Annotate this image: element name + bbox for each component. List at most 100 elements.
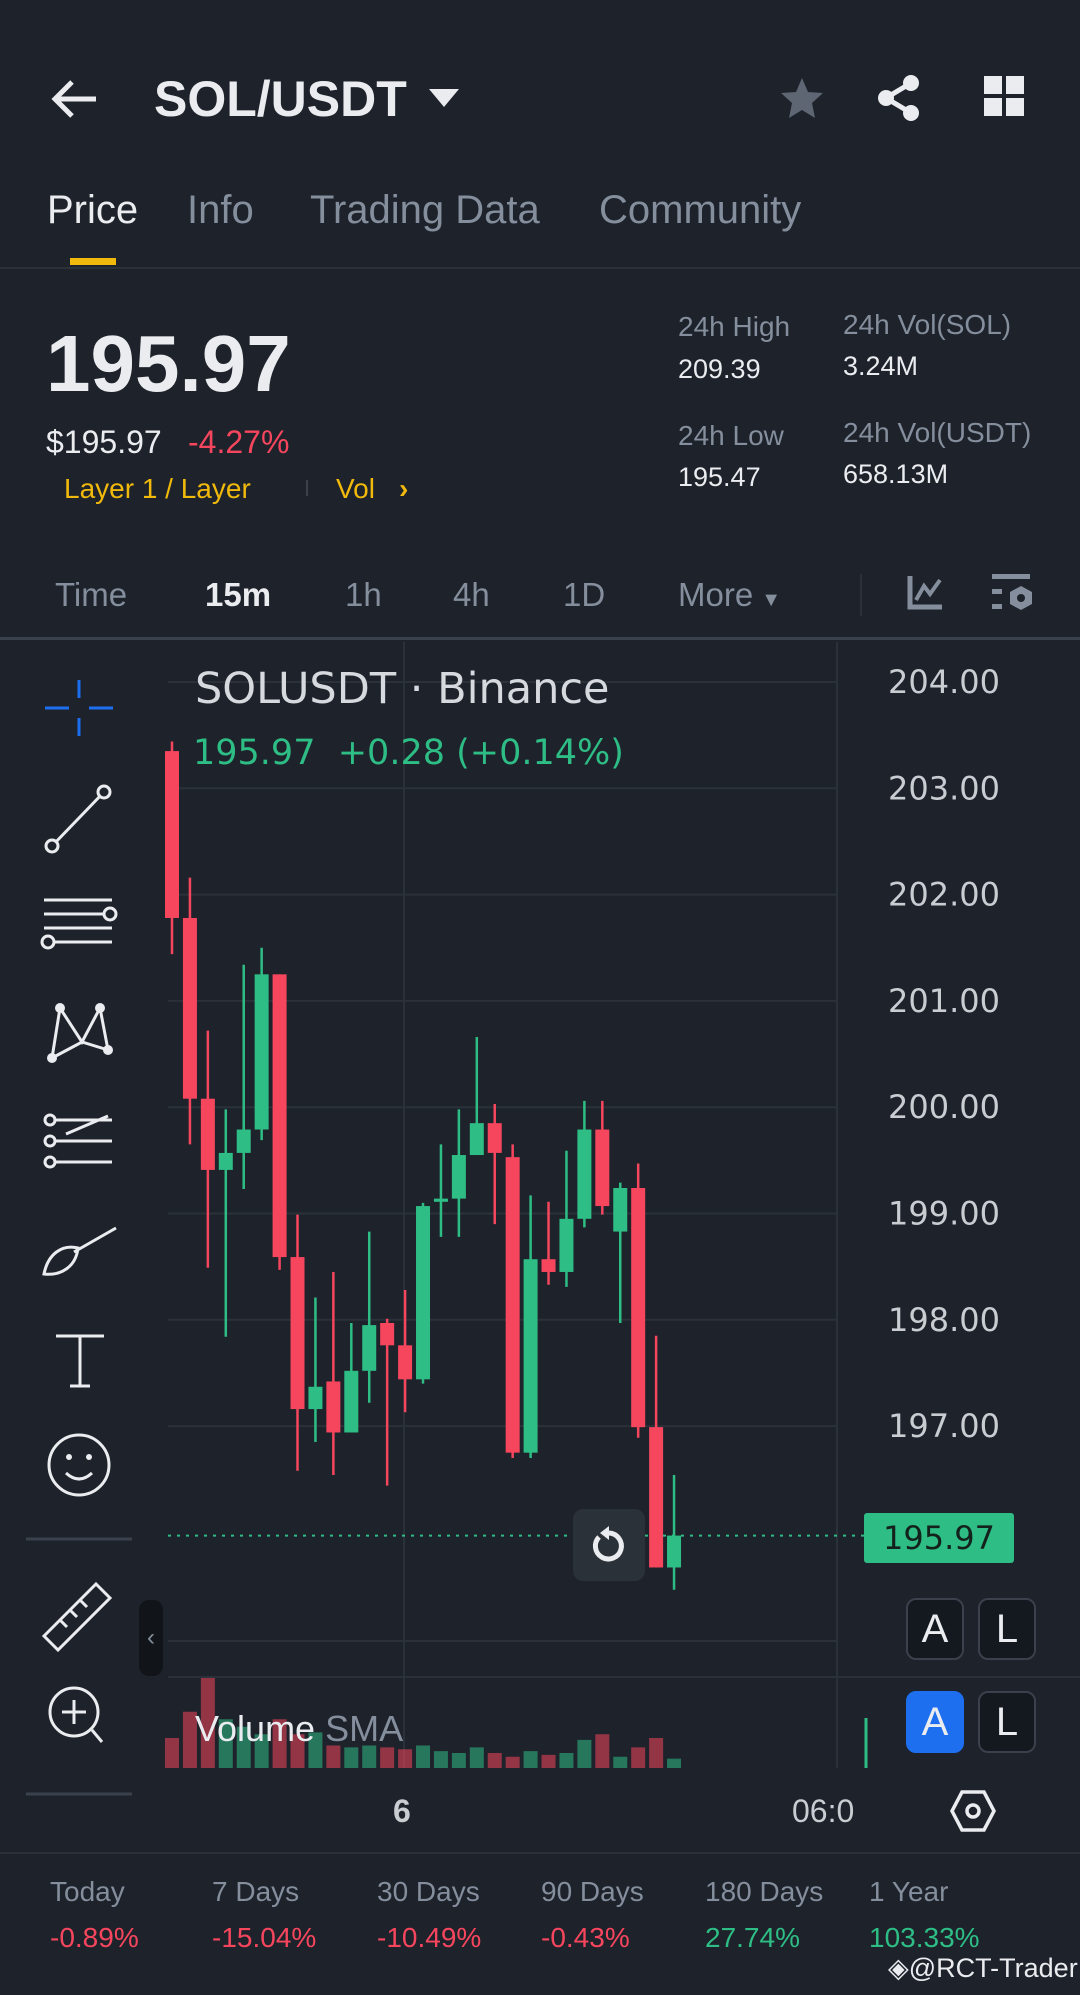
- volume-bar: [577, 1739, 592, 1768]
- candle-body: [182, 917, 197, 1099]
- candle-body: [254, 974, 269, 1130]
- reset-chart-button[interactable]: [573, 1509, 645, 1581]
- candle-body: [326, 1381, 341, 1433]
- candle-body: [218, 1152, 233, 1170]
- candle-body: [380, 1322, 395, 1346]
- volume-bar: [344, 1747, 359, 1768]
- text-tool-icon[interactable]: [56, 1334, 104, 1388]
- collapse-toolbar-button[interactable]: ‹: [139, 1600, 163, 1676]
- binance-logo-icon: ◈: [888, 1953, 909, 1983]
- y-tick-label: 204.00: [888, 663, 1000, 701]
- candle-body: [290, 1257, 305, 1410]
- log-scale-button[interactable]: L: [978, 1598, 1036, 1660]
- y-tick-label: 201.00: [888, 982, 1000, 1020]
- candle-body: [433, 1198, 448, 1202]
- period-change: -10.49%: [377, 1922, 482, 1953]
- candle-body: [667, 1535, 682, 1568]
- candle-body: [416, 1206, 431, 1380]
- ruler-icon[interactable]: [41, 1581, 113, 1653]
- period-label: 30 Days: [377, 1876, 480, 1907]
- candle-body: [451, 1155, 466, 1199]
- chart-title: SOLUSDT · Binance: [195, 664, 610, 714]
- divider: [0, 1852, 1080, 1854]
- legend-change-pct: (+0.14%): [456, 733, 624, 773]
- volume-bar: [541, 1754, 556, 1768]
- volume-bar: [416, 1745, 431, 1768]
- period-change: -15.04%: [212, 1922, 317, 1953]
- candle-body: [559, 1218, 574, 1272]
- reset-icon: [592, 1526, 624, 1562]
- candle-body: [523, 1259, 538, 1453]
- auto-scale-button[interactable]: A: [906, 1598, 964, 1660]
- pattern-icon[interactable]: [47, 1003, 113, 1063]
- volume-bar: [631, 1747, 646, 1768]
- volume-sma-label: SMA: [325, 1708, 404, 1749]
- volume-bar: [469, 1747, 484, 1768]
- volume-bar: [487, 1753, 502, 1768]
- period-label: 7 Days: [212, 1876, 300, 1907]
- volume-bar: [451, 1753, 466, 1768]
- y-tick-label: 202.00: [888, 876, 1000, 914]
- volume-bar: [523, 1751, 538, 1768]
- volume-label: Volume: [195, 1708, 316, 1749]
- volume-bar: [398, 1749, 413, 1768]
- zoom-in-icon[interactable]: [48, 1686, 104, 1743]
- y-tick-label: 199.00: [888, 1195, 1000, 1233]
- volume-log-scale-button[interactable]: L: [978, 1691, 1036, 1753]
- volume-bar: [433, 1751, 448, 1768]
- candle-body: [505, 1157, 520, 1453]
- watermark: ◈@RCT-Trader: [888, 1953, 1078, 1984]
- candle-body: [362, 1325, 377, 1371]
- x-tick-time: 06:0: [792, 1793, 855, 1829]
- candle-body: [595, 1129, 610, 1207]
- chart-settings-hexagon-icon[interactable]: [950, 1789, 996, 1833]
- candle-body: [631, 1187, 646, 1428]
- candle-body: [577, 1129, 592, 1219]
- volume-bar: [667, 1758, 682, 1768]
- x-tick-day: 6: [393, 1793, 411, 1829]
- period-label: 1 Year: [869, 1876, 949, 1907]
- crosshair-icon[interactable]: [45, 680, 113, 736]
- candle-body: [487, 1123, 502, 1153]
- volume-legend: Volume SMA: [195, 1708, 403, 1750]
- candle-body: [344, 1370, 359, 1433]
- volume-bar: [613, 1756, 628, 1768]
- volume-bar: [559, 1753, 574, 1768]
- chart-legend-values: 195.97 +0.28 (+0.14%): [193, 733, 624, 773]
- candle-body: [541, 1259, 556, 1272]
- candle-body: [398, 1345, 413, 1380]
- horizontal-lines-icon[interactable]: [40, 898, 118, 950]
- period-change: 103.33%: [869, 1922, 980, 1953]
- y-tick-label: 203.00: [888, 769, 1000, 807]
- candle-body: [272, 974, 287, 1258]
- legend-change: +0.28: [337, 733, 445, 773]
- candle-body: [308, 1386, 323, 1410]
- volume-bar: [380, 1747, 395, 1768]
- legend-last: 195.97: [193, 733, 316, 773]
- brush-icon[interactable]: [42, 1226, 117, 1276]
- period-change: -0.89%: [50, 1922, 139, 1953]
- volume-bar: [165, 1738, 179, 1768]
- y-tick-label: 200.00: [888, 1088, 1000, 1126]
- period-change: 27.74%: [705, 1922, 800, 1953]
- candle-body: [649, 1427, 664, 1568]
- volume-bar: [649, 1738, 664, 1768]
- period-label: 180 Days: [705, 1876, 824, 1907]
- volume-bar: [505, 1756, 520, 1768]
- volume-bar: [595, 1734, 610, 1768]
- trend-line-icon[interactable]: [44, 784, 112, 854]
- y-tick-label: 198.00: [888, 1301, 1000, 1339]
- volume-auto-scale-button[interactable]: A: [906, 1691, 964, 1753]
- y-tick-label: 197.00: [888, 1407, 1000, 1445]
- candlestick-chart[interactable]: 204.00 203.00 202.00 201.00 200.00 199.00 198.…: [0, 0, 1080, 1852]
- candle-body: [165, 751, 179, 918]
- watermark-text: @RCT-Trader: [908, 1953, 1078, 1983]
- current-price-label: 195.97: [864, 1513, 1014, 1563]
- candle-body: [469, 1123, 484, 1156]
- candle-body: [200, 1098, 215, 1170]
- period-label: Today: [50, 1876, 125, 1907]
- candle-body: [236, 1129, 251, 1153]
- period-change: -0.43%: [541, 1922, 630, 1953]
- fibonacci-icon[interactable]: [43, 1113, 112, 1169]
- emoji-icon[interactable]: [47, 1433, 111, 1497]
